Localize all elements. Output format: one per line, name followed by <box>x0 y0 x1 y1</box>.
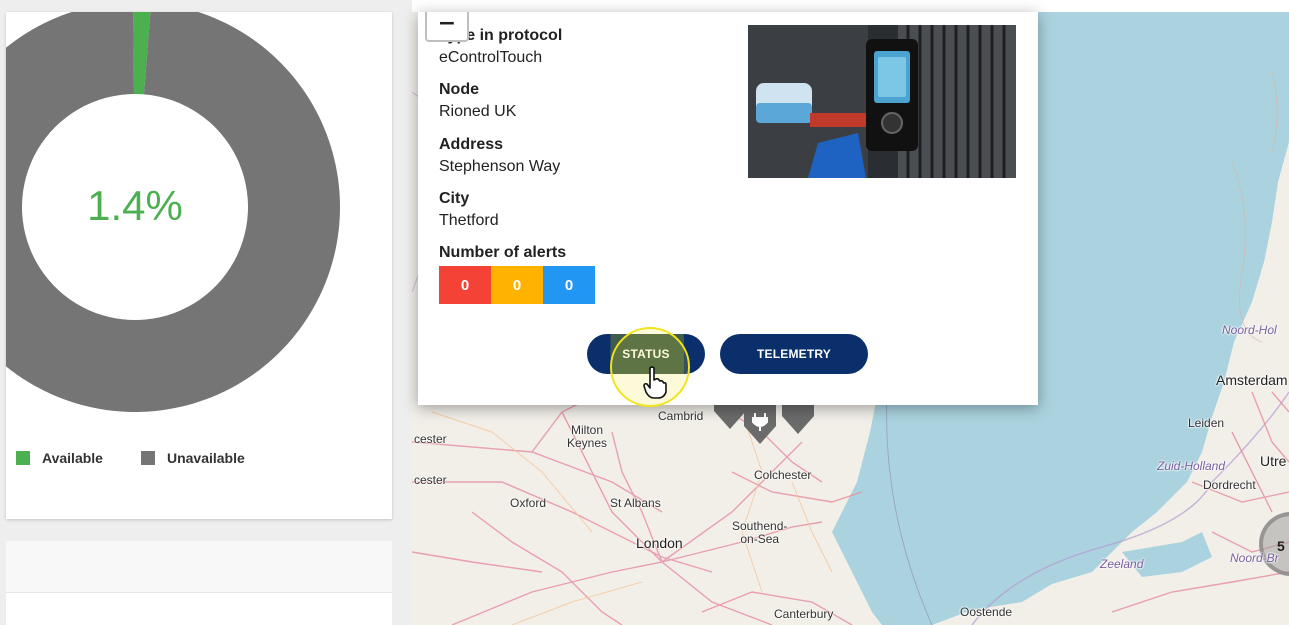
map-place-label: Cambrid <box>658 409 704 423</box>
legend-item-available[interactable]: Available <box>16 450 103 466</box>
field-value-city: Thetford <box>439 212 499 229</box>
map-place-label: Colchester <box>754 468 812 482</box>
secondary-card <box>6 541 392 625</box>
map-place-label: Oxford <box>510 496 547 510</box>
map-place-label: Milton Keynes <box>567 423 608 450</box>
legend-label-unavailable: Unavailable <box>166 450 245 466</box>
field-value-type: eControlTouch <box>439 49 543 66</box>
map-place-label: Noord-Hol <box>1222 323 1277 337</box>
device-photo <box>748 25 1016 178</box>
map-place-label: Oostende <box>960 605 1013 619</box>
map-marker-charger[interactable] <box>742 402 778 446</box>
alert-count-info[interactable]: 0 <box>543 266 595 304</box>
secondary-card-header <box>6 541 392 593</box>
map-place-label: cester <box>414 473 447 487</box>
legend-label-available: Available <box>42 450 103 466</box>
map-place-label: Noord-Br <box>1230 551 1279 565</box>
map-place-label: Southend- on-Sea <box>732 519 788 546</box>
field-label-alerts: Number of alerts <box>439 244 567 261</box>
availability-donut-chart: 1.4% <box>6 12 340 412</box>
legend-swatch-available <box>16 451 30 465</box>
map-place-label: Dordrecht <box>1203 478 1256 492</box>
zoom-out-button[interactable]: − <box>425 12 469 42</box>
field-value-node: Rioned UK <box>439 103 517 120</box>
chart-legend: Available Unavailable <box>16 449 283 467</box>
legend-item-unavailable[interactable]: Unavailable <box>140 450 245 466</box>
map-place-label: St Albans <box>610 496 661 510</box>
availability-percentage: 1.4% <box>87 182 183 229</box>
map-place-label: Zuid-Holland <box>1157 459 1226 473</box>
field-label-address: Address <box>439 136 504 153</box>
legend-swatch-unavailable <box>140 451 155 465</box>
alert-count-critical[interactable]: 0 <box>439 266 491 304</box>
map-place-label: Leiden <box>1188 416 1225 430</box>
field-value-address: Stephenson Way <box>439 158 561 175</box>
alert-count-warning[interactable]: 0 <box>491 266 543 304</box>
field-label-node: Node <box>439 81 479 98</box>
telemetry-button[interactable]: TELEMETRY <box>720 334 868 374</box>
map-place-label: Zeeland <box>1100 557 1144 571</box>
map-place-label: cester <box>414 432 447 446</box>
field-label-city: City <box>439 190 470 207</box>
map-place-label: London <box>636 535 683 551</box>
map-place-label: Amsterdam <box>1216 372 1288 388</box>
map-place-label: Canterbury <box>774 607 834 621</box>
map-place-label: Utre <box>1260 453 1287 469</box>
hand-cursor-icon <box>643 366 667 399</box>
availability-chart-card: 1.4% Available Unavailable <box>6 12 392 519</box>
